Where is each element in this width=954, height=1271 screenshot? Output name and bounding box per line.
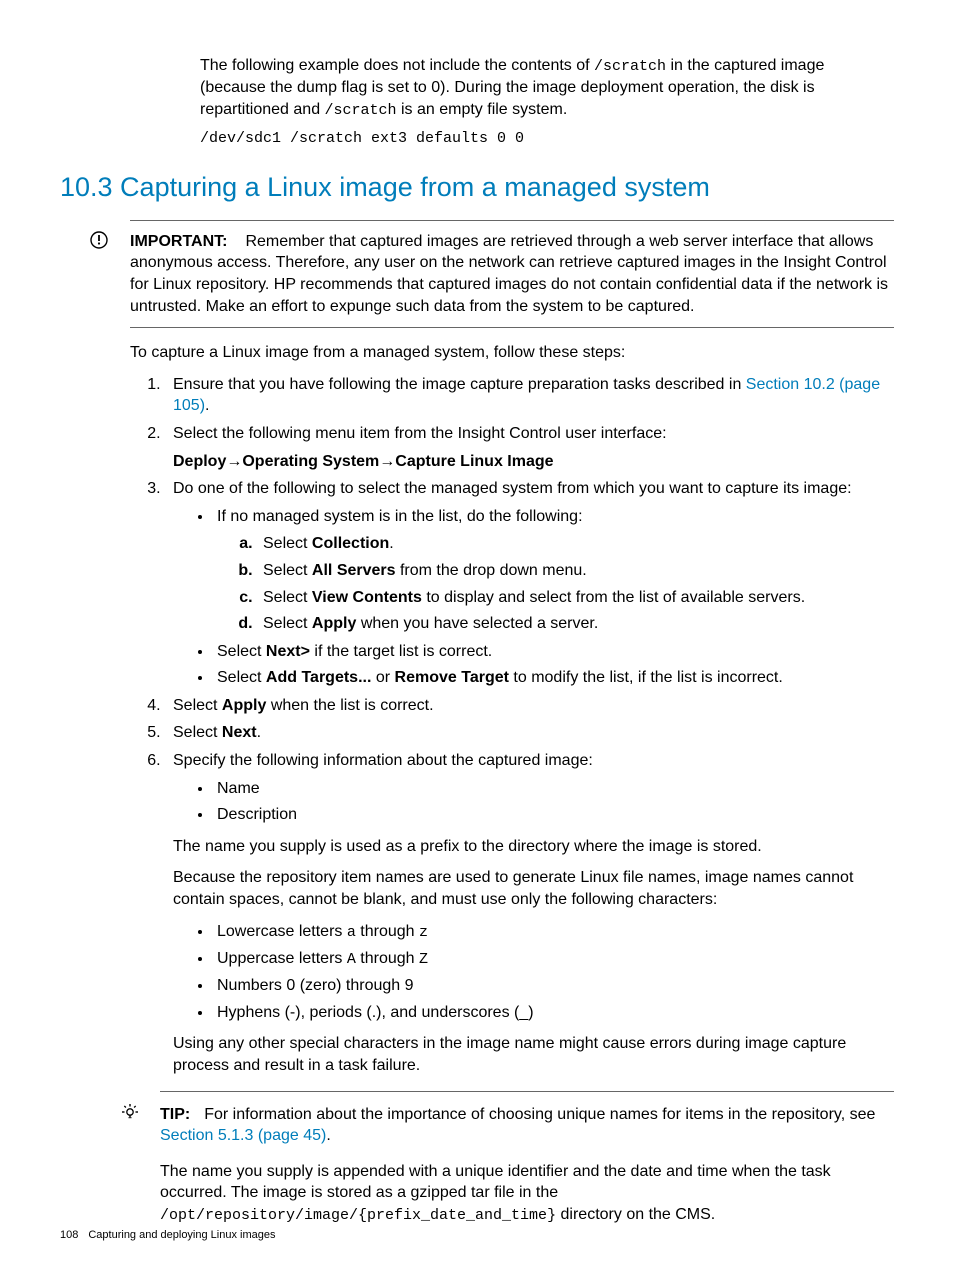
after-code: /opt/repository/image/{prefix_date_and_t… <box>160 1207 556 1224</box>
tip-text-a: For information about the importance of … <box>204 1106 875 1123</box>
step-2: Select the following menu item from the … <box>165 423 894 472</box>
alpha-c: Select View Contents to display and sele… <box>257 587 894 609</box>
menu-capture: Capture Linux Image <box>395 453 553 470</box>
step1-b: . <box>205 397 209 414</box>
intro-code-2: /scratch <box>325 102 397 119</box>
step6-desc: Description <box>213 804 894 826</box>
step3-bullets: If no managed system is in the list, do … <box>173 506 894 689</box>
intro-paragraph: The following example does not include t… <box>200 55 894 121</box>
charset-numbers: Numbers 0 (zero) through 9 <box>213 975 894 997</box>
lead-text: To capture a Linux image from a managed … <box>130 342 894 364</box>
charset-lower: Lowercase letters a through z <box>213 921 894 943</box>
step3-b2: Select Next> if the target list is corre… <box>213 641 894 663</box>
intro-code-1: /scratch <box>594 58 666 75</box>
step3-b3: Select Add Targets... or Remove Target t… <box>213 667 894 689</box>
tip-box: TIP: For information about the importance… <box>160 1091 894 1147</box>
charset-upper: Uppercase letters A through Z <box>213 948 894 970</box>
arrow1: → <box>226 453 242 470</box>
after-a: The name you supply is appended with a u… <box>160 1163 831 1202</box>
step3-b1-text: If no managed system is in the list, do … <box>217 508 583 525</box>
step6-bullets-1: Name Description <box>173 778 894 826</box>
step-1: Ensure that you have following the image… <box>165 374 894 417</box>
page-footer: 108 Capturing and deploying Linux images <box>60 1228 275 1243</box>
intro-code-block: /dev/sdc1 /scratch ext3 defaults 0 0 <box>200 129 894 149</box>
tip-text-b: . <box>326 1127 330 1144</box>
step6-p3: Using any other special characters in th… <box>173 1033 894 1076</box>
step-4: Select Apply when the list is correct. <box>165 695 894 717</box>
tip-icon <box>120 1102 140 1129</box>
chapter-title: Capturing and deploying Linux images <box>88 1229 275 1241</box>
intro-text-c: is an empty file system. <box>397 101 568 118</box>
important-icon <box>90 231 108 256</box>
step-3: Do one of the following to select the ma… <box>165 478 894 689</box>
section-heading: 10.3 Capturing a Linux image from a mana… <box>60 169 894 205</box>
step1-a: Ensure that you have following the image… <box>173 376 746 393</box>
tip-label: TIP: <box>160 1106 190 1123</box>
charset-symbols: Hyphens (-), periods (.), and underscore… <box>213 1002 894 1024</box>
menu-path: Deploy→Operating System→Capture Linux Im… <box>173 451 894 473</box>
important-label: IMPORTANT: <box>130 233 227 250</box>
step6-name: Name <box>213 778 894 800</box>
step6-p1: The name you supply is used as a prefix … <box>173 836 894 858</box>
important-text: Remember that captured images are retrie… <box>130 233 888 315</box>
step6-text: Specify the following information about … <box>173 752 593 769</box>
step-6: Specify the following information about … <box>165 750 894 1076</box>
tip-link[interactable]: Section 5.1.3 (page 45) <box>160 1127 326 1144</box>
after-b: directory on the CMS. <box>556 1206 715 1223</box>
step3-b1: If no managed system is in the list, do … <box>213 506 894 635</box>
step3-alpha: Select Collection. Select All Servers fr… <box>217 533 894 634</box>
step3-text: Do one of the following to select the ma… <box>173 480 852 497</box>
important-box: IMPORTANT:Remember that captured images … <box>130 220 894 328</box>
menu-deploy: Deploy <box>173 453 226 470</box>
step6-p2: Because the repository item names are us… <box>173 867 894 910</box>
step2-text: Select the following menu item from the … <box>173 425 667 442</box>
menu-os: Operating System <box>242 453 379 470</box>
step-5: Select Next. <box>165 722 894 744</box>
alpha-b: Select All Servers from the drop down me… <box>257 560 894 582</box>
main-steps: Ensure that you have following the image… <box>130 374 894 1077</box>
intro-text-a: The following example does not include t… <box>200 57 594 74</box>
after-tip-paragraph: The name you supply is appended with a u… <box>160 1161 894 1226</box>
step6-charset: Lowercase letters a through z Uppercase … <box>173 921 894 1024</box>
alpha-a: Select Collection. <box>257 533 894 555</box>
alpha-d: Select Apply when you have selected a se… <box>257 613 894 635</box>
page-number: 108 <box>60 1229 78 1241</box>
arrow2: → <box>379 453 395 470</box>
